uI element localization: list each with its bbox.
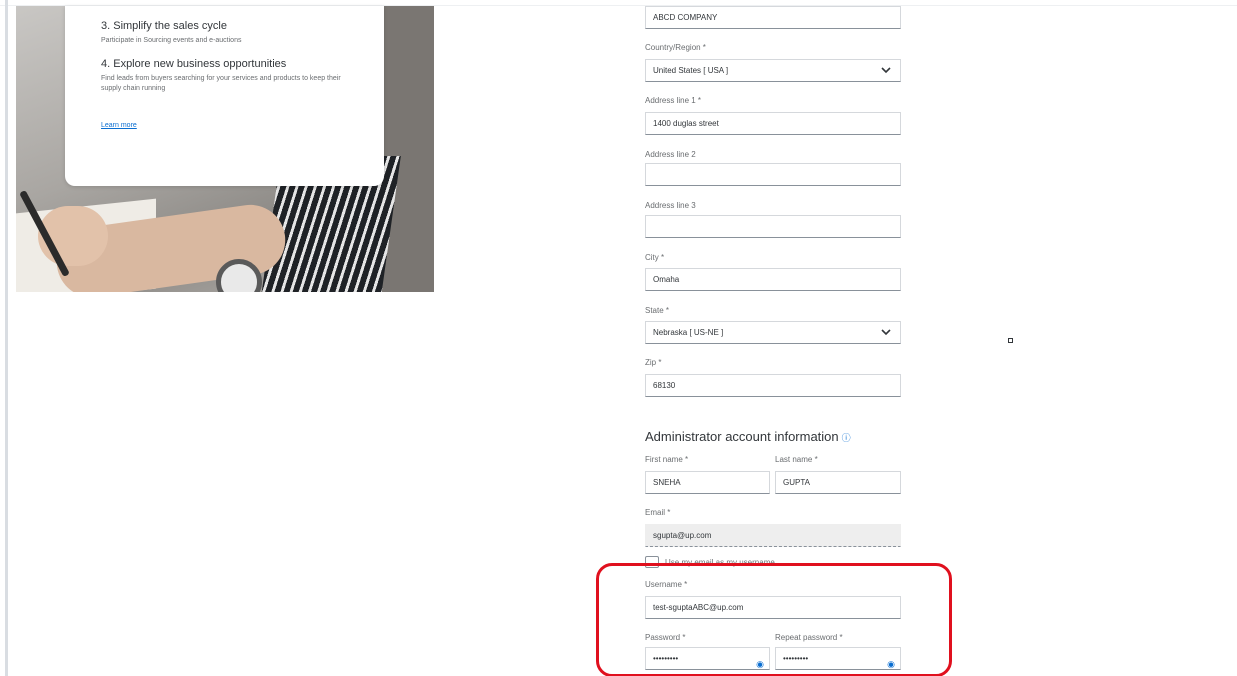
help-circle-icon[interactable]: ⓘ: [842, 433, 851, 443]
state-label: State *: [645, 306, 670, 315]
address2-input[interactable]: [645, 163, 901, 186]
address1-input[interactable]: 1400 duglas street: [645, 112, 901, 135]
last-name-label: Last name *: [775, 455, 818, 464]
state-select[interactable]: Nebraska [ US-NE ]: [645, 321, 901, 344]
country-select[interactable]: United States [ USA ]: [645, 59, 901, 82]
benefit-3-title: 3. Simplify the sales cycle: [101, 20, 227, 32]
annotation-highlight: [596, 563, 952, 676]
address2-label: Address line 2: [645, 150, 696, 159]
country-select-value: United States [ USA ]: [653, 66, 729, 75]
first-name-input[interactable]: SNEHA: [645, 471, 770, 494]
benefits-card: 3. Simplify the sales cycle Participate …: [65, 6, 384, 186]
stray-marker: [1008, 338, 1013, 343]
city-input[interactable]: Omaha: [645, 268, 901, 291]
email-label: Email *: [645, 508, 671, 517]
zip-input[interactable]: 68130: [645, 374, 901, 397]
company-name-input[interactable]: ABCD COMPANY: [645, 6, 901, 29]
benefit-3-text: Participate in Sourcing events and e-auc…: [101, 37, 242, 44]
scrollbar-track[interactable]: [5, 0, 8, 676]
learn-more-link[interactable]: Learn more: [101, 122, 137, 129]
last-name-input[interactable]: GUPTA: [775, 471, 901, 494]
admin-section-title: Administrator account information ⓘ: [645, 429, 851, 444]
chevron-down-icon: [881, 67, 891, 74]
first-name-label: First name *: [645, 455, 689, 464]
country-label: Country/Region *: [645, 43, 706, 52]
benefit-4-text: Find leads from buyers searching for you…: [101, 75, 341, 92]
benefit-4-title: 4. Explore new business opportunities: [101, 58, 287, 70]
address3-input[interactable]: [645, 215, 901, 238]
zip-label: Zip *: [645, 358, 662, 367]
city-label: City *: [645, 253, 665, 262]
address1-label: Address line 1 *: [645, 96, 702, 105]
address3-label: Address line 3: [645, 201, 696, 210]
chevron-down-icon: [881, 329, 891, 336]
state-select-value: Nebraska [ US-NE ]: [653, 328, 724, 337]
email-input[interactable]: sgupta@up.com: [645, 524, 901, 547]
